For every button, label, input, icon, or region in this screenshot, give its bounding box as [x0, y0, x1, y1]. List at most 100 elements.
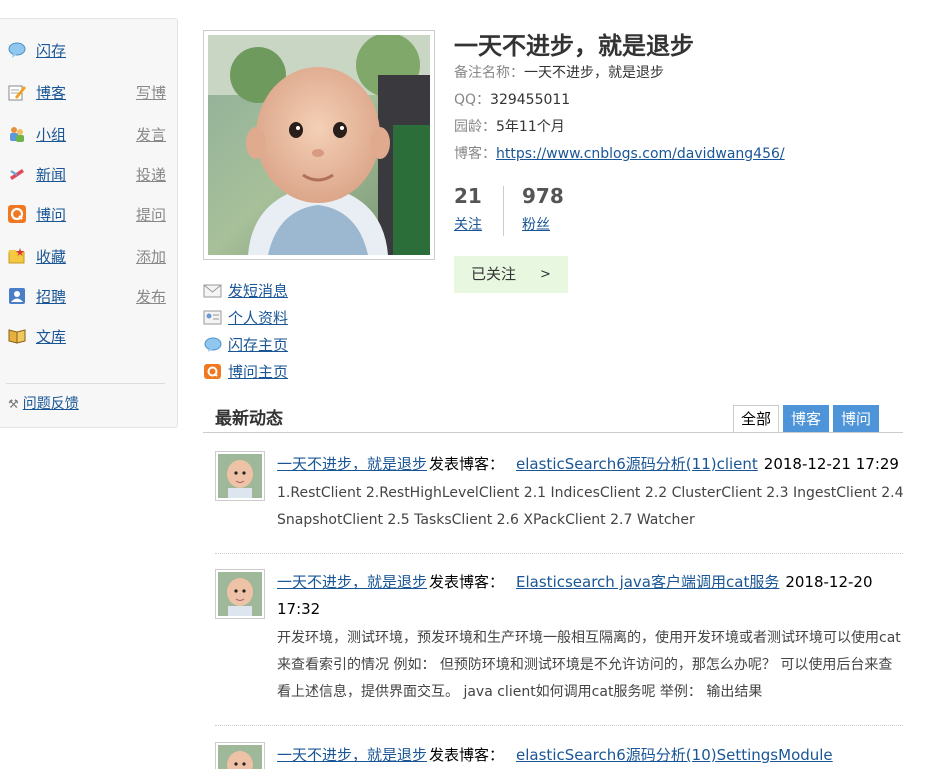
field-value: 一天不进步，就是退步 — [524, 65, 664, 81]
sidebar-item-label[interactable]: 小组 — [36, 124, 66, 145]
person-card-icon — [9, 288, 25, 304]
q-icon — [8, 205, 26, 223]
entry-summary: 开发环境，测试环境，预发环境和生产环境一般相互隔离的，使用开发环境或者测试环境可… — [277, 630, 901, 700]
entry-avatar[interactable] — [215, 569, 265, 619]
followed-label: 已关注 — [471, 265, 517, 283]
profile-links: 发短消息 个人资料 闪存主页 博问主页 — [203, 277, 288, 385]
avatar-thumbnail — [218, 454, 262, 498]
q-icon — [204, 364, 221, 379]
tab-blog[interactable]: 博客 — [783, 405, 830, 433]
sidebar-item-favorites[interactable]: 收藏 添加 — [0, 244, 178, 268]
profile-info-label[interactable]: 个人资料 — [228, 307, 288, 328]
following-link[interactable]: 关注 — [454, 214, 514, 234]
sidebar-item-action[interactable]: 发布 — [136, 286, 166, 307]
avatar-thumbnail — [218, 572, 262, 616]
stat-divider — [503, 186, 504, 236]
sidebar-item-label[interactable]: 闪存 — [36, 40, 66, 61]
sidebar-item-flash[interactable]: 闪存 — [0, 38, 178, 62]
sidebar-item-label[interactable]: 博客 — [36, 82, 66, 103]
profile-info-link[interactable]: 个人资料 — [203, 304, 288, 331]
avatar-photo — [208, 35, 430, 255]
field-key: 备注名称： — [454, 65, 524, 81]
entry-post-link[interactable]: elasticSearch6源码分析(11)client — [516, 455, 758, 473]
question-home-label[interactable]: 博问主页 — [228, 361, 288, 382]
entry-post-link[interactable]: Elasticsearch java客户端调用cat服务 — [516, 573, 779, 591]
envelope-icon — [203, 284, 222, 298]
info-qq: QQ：329455011 — [454, 87, 914, 114]
sidebar-item-jobs[interactable]: 招聘 发布 — [0, 284, 178, 308]
field-value: 329455011 — [490, 92, 571, 108]
sidebar-item-action[interactable]: 发言 — [136, 124, 166, 145]
question-home-link[interactable]: 博问主页 — [203, 358, 288, 385]
entry-verb: 发表博客： — [429, 746, 505, 764]
sidebar-item-library[interactable]: 文库 — [0, 324, 178, 348]
sidebar-item-action[interactable]: 投递 — [136, 164, 166, 185]
id-card-icon — [203, 310, 222, 325]
display-name: 一天不进步，就是退步 — [454, 32, 694, 60]
speech-bubble-icon — [204, 337, 222, 352]
entry-headline: 一天不进步，就是退步 发表博客： Elasticsearch java客户端调用ca… — [277, 569, 905, 623]
info-remark: 备注名称：一天不进步，就是退步 — [454, 60, 914, 87]
sidebar-item-action[interactable]: 写博 — [136, 82, 166, 103]
sidebar-item-blog[interactable]: 博客 写博 — [0, 80, 178, 104]
feedback-link[interactable]: ⚒ 问题反馈 — [8, 393, 79, 413]
entry-author-link[interactable]: 一天不进步，就是退步 — [277, 573, 427, 591]
sidebar-item-label[interactable]: 招聘 — [36, 286, 66, 307]
tab-question[interactable]: 博问 — [833, 405, 880, 433]
field-value: 5年11个月 — [496, 119, 565, 135]
send-message-label[interactable]: 发短消息 — [228, 280, 288, 301]
sidebar-item-action[interactable]: 添加 — [136, 246, 166, 267]
info-blog: 博客：https://www.cnblogs.com/davidwang456/ — [454, 141, 914, 168]
avatar-thumbnail — [218, 745, 262, 769]
sidebar-divider — [6, 383, 165, 384]
send-message-link[interactable]: 发短消息 — [203, 277, 288, 304]
sidebar-item-label[interactable]: 文库 — [36, 326, 66, 347]
entry-headline: 一天不进步，就是退步 发表博客： elasticSearch6源码分析(11)cli… — [277, 451, 905, 478]
feedback-label[interactable]: 问题反馈 — [23, 396, 79, 412]
sidebar-item-action[interactable]: 提问 — [136, 204, 166, 225]
following-stat[interactable]: 21 关注 — [454, 184, 514, 234]
feed-divider — [203, 432, 903, 433]
following-count: 21 — [454, 184, 482, 208]
field-key: 博客： — [454, 146, 496, 162]
profile-info: 一天不进步，就是退步 备注名称：一天不进步，就是退步 QQ：329455011 … — [454, 26, 914, 168]
entry-post-link[interactable]: elasticSearch6源码分析(10)SettingsModule — [516, 746, 833, 764]
tab-all[interactable]: 全部 — [733, 405, 780, 433]
blog-url-link[interactable]: https://www.cnblogs.com/davidwang456/ — [496, 146, 785, 162]
field-key: QQ： — [454, 92, 491, 108]
sidebar: 闪存 博客 写博 小组 发言 新闻 投递 博问 提问 收藏 添加 招聘 发布 文… — [0, 18, 178, 428]
entry-body: 一天不进步，就是退步 发表博客： Elasticsearch java客户端调用ca… — [277, 569, 905, 706]
sidebar-item-label[interactable]: 新闻 — [36, 164, 66, 185]
entry-summary: 1.RestClient 2.RestHighLevelClient 2.1 I… — [277, 485, 904, 528]
followers-count: 978 — [522, 184, 564, 208]
followers-stat[interactable]: 978 粉丝 — [522, 184, 582, 234]
entry-avatar[interactable] — [215, 742, 265, 769]
flash-home-link[interactable]: 闪存主页 — [203, 331, 288, 358]
notepad-pencil-icon — [8, 85, 26, 101]
entry-headline: 一天不进步，就是退步 发表博客： elasticSearch6源码分析(10)Set… — [277, 742, 905, 769]
feed-tabs: 全部 博客 博问 — [733, 405, 883, 433]
sidebar-item-label[interactable]: 收藏 — [36, 246, 66, 267]
entry-divider — [215, 553, 903, 554]
entry-divider — [215, 725, 903, 726]
entry-author-link[interactable]: 一天不进步，就是退步 — [277, 455, 427, 473]
sidebar-item-question[interactable]: 博问 提问 — [0, 202, 178, 226]
entry-author-link[interactable]: 一天不进步，就是退步 — [277, 746, 427, 764]
followers-link[interactable]: 粉丝 — [522, 214, 582, 234]
news-icon — [10, 169, 24, 180]
entry-time: 2018-12-21 17:29 — [763, 455, 899, 473]
info-age: 园龄：5年11个月 — [454, 114, 914, 141]
entry-avatar[interactable] — [215, 451, 265, 501]
field-key: 园龄： — [454, 119, 496, 135]
entry-verb: 发表博客： — [429, 573, 505, 591]
sidebar-item-news[interactable]: 新闻 投递 — [0, 162, 178, 186]
followed-button[interactable]: 已关注 > — [454, 256, 568, 293]
sidebar-item-label[interactable]: 博问 — [36, 204, 66, 225]
speech-bubble-icon — [8, 42, 26, 58]
entry-body: 一天不进步，就是退步 发表博客： elasticSearch6源码分析(10)Set… — [277, 742, 905, 769]
sidebar-item-group[interactable]: 小组 发言 — [0, 122, 178, 146]
flash-home-label[interactable]: 闪存主页 — [228, 334, 288, 355]
folder-star-icon — [8, 248, 25, 264]
avatar — [203, 30, 435, 260]
entry-body: 一天不进步，就是退步 发表博客： elasticSearch6源码分析(11)cli… — [277, 451, 905, 534]
